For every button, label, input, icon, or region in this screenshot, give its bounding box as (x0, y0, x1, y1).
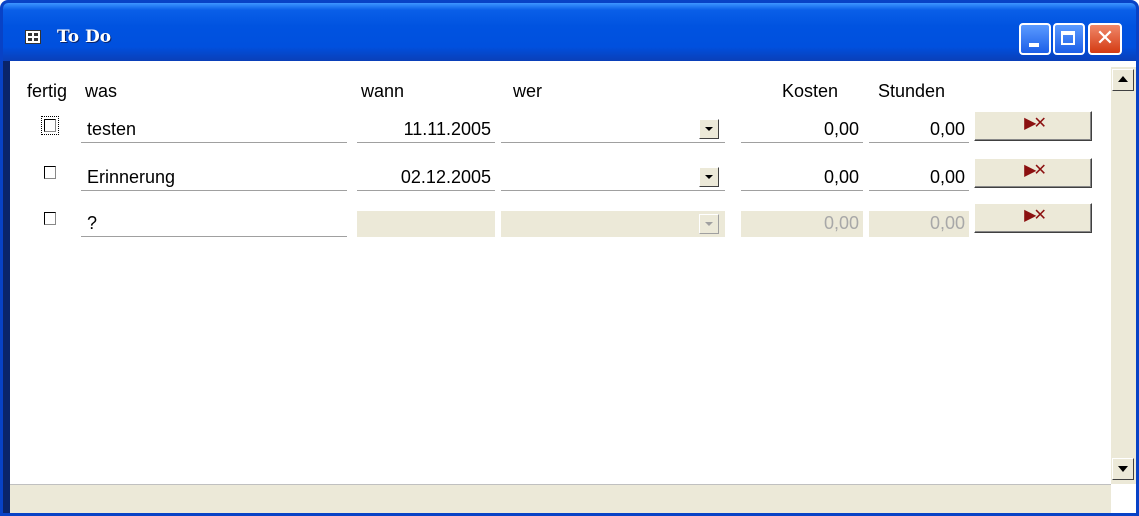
maximize-button[interactable] (1053, 23, 1085, 55)
window-title: To Do (57, 27, 112, 47)
row-3-wann-field[interactable] (357, 211, 495, 237)
column-header-wer: wer (513, 81, 543, 101)
row-3-was-field[interactable]: ? (81, 211, 347, 237)
column-header-was: was (85, 81, 118, 101)
row-3-delete-button[interactable]: ▶✕ (974, 203, 1092, 233)
row-1-wer-dropdown-button[interactable] (699, 119, 719, 139)
todo-window: To Do ✕ fertig was wann wer Kosten Stund… (0, 0, 1139, 516)
column-header-wann: wann (361, 81, 405, 101)
row-2-stunden-field[interactable]: 0,00 (869, 165, 969, 191)
row-3-wer-dropdown-button[interactable] (699, 214, 719, 234)
row-2-wann-field[interactable]: 02.12.2005 (357, 165, 495, 191)
row-2-wer-dropdown-button[interactable] (699, 167, 719, 187)
delete-record-icon: ▶✕ (1024, 160, 1047, 179)
column-header-fertig: fertig (27, 81, 68, 101)
vertical-scrollbar[interactable] (1111, 67, 1136, 484)
row-1-wer-combo[interactable] (501, 117, 725, 143)
row-3-done-checkbox[interactable] (44, 212, 56, 225)
row-1-done-checkbox[interactable] (41, 116, 59, 135)
form-icon[interactable] (25, 30, 41, 44)
row-2-done-checkbox[interactable] (44, 166, 56, 179)
status-bar (10, 484, 1111, 513)
minimize-button[interactable] (1019, 23, 1051, 55)
close-icon: ✕ (1095, 26, 1115, 51)
column-header-kosten: Kosten (782, 81, 839, 101)
row-3-kosten-field[interactable]: 0,00 (741, 211, 863, 237)
row-3-wer-combo[interactable] (501, 211, 725, 237)
row-2-wer-combo[interactable] (501, 165, 725, 191)
row-1-delete-button[interactable]: ▶✕ (974, 111, 1092, 141)
title-bar[interactable]: To Do ✕ (3, 3, 1136, 61)
close-button[interactable]: ✕ (1088, 23, 1122, 55)
column-header-stunden: Stunden (878, 81, 946, 101)
row-1-stunden-field[interactable]: 0,00 (869, 117, 969, 143)
row-1-wann-field[interactable]: 11.11.2005 (357, 117, 495, 143)
delete-record-icon: ▶✕ (1024, 205, 1047, 224)
row-3-stunden-field[interactable]: 0,00 (869, 211, 969, 237)
scroll-down-button[interactable] (1112, 458, 1134, 480)
row-2-delete-button[interactable]: ▶✕ (974, 158, 1092, 188)
scroll-up-button[interactable] (1112, 69, 1134, 91)
row-2-kosten-field[interactable]: 0,00 (741, 165, 863, 191)
row-1-kosten-field[interactable]: 0,00 (741, 117, 863, 143)
row-1-was-field[interactable]: testen (81, 117, 347, 143)
row-2-was-field[interactable]: Erinnerung (81, 165, 347, 191)
delete-record-icon: ▶✕ (1024, 113, 1047, 132)
